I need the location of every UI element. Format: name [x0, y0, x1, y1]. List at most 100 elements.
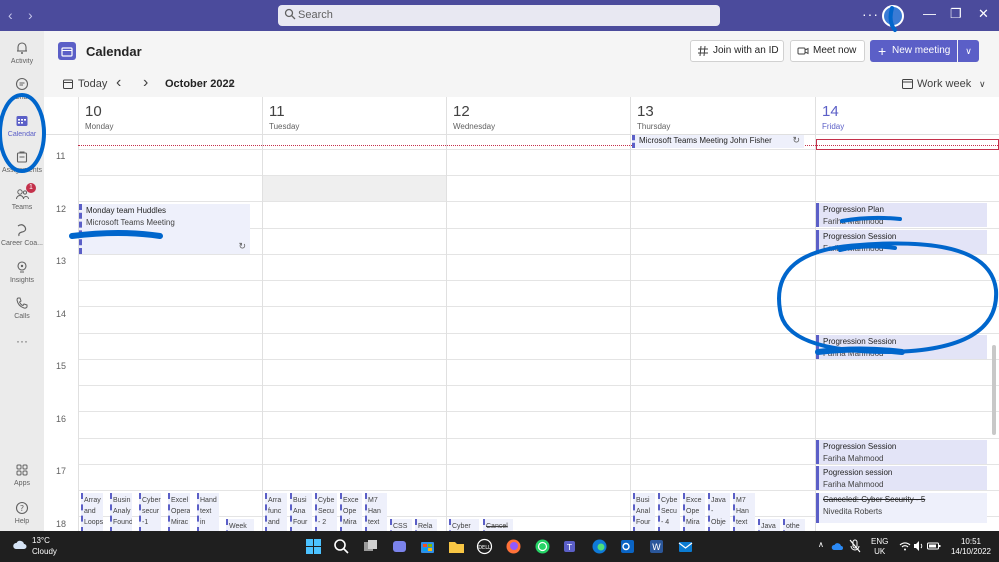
search-input[interactable]: Search	[278, 5, 720, 26]
event-thursday-teams-meeting[interactable]: Microsoft Teams Meeting John Fisher ↻	[632, 135, 804, 148]
file-explorer-icon[interactable]	[448, 538, 465, 555]
today-button[interactable]: Today	[78, 78, 107, 90]
chevron-up-icon[interactable]: ∧	[818, 540, 824, 550]
teams-chat-icon[interactable]	[391, 538, 408, 555]
event-title: Pogression session	[823, 468, 893, 477]
rail-item-chat[interactable]: Chat	[0, 73, 44, 113]
back-arrow-icon[interactable]: ‹	[8, 7, 13, 23]
scrollbar[interactable]	[992, 345, 996, 435]
avatar[interactable]	[882, 5, 904, 27]
month-chevron-down-icon[interactable]: ∨	[228, 79, 235, 90]
mini-event[interactable]: Busi Anal Four	[633, 493, 655, 531]
mini-event[interactable]: Busi Ana Four	[290, 493, 312, 531]
mail-icon[interactable]	[677, 538, 694, 555]
event-title: Microsoft Teams Meeting John Fisher	[639, 136, 772, 145]
forward-arrow-icon[interactable]: ›	[28, 7, 33, 23]
event-monday-team-huddles[interactable]: Monday team Huddles Microsoft Teams Meet…	[79, 204, 250, 254]
event-friday-progression-plan[interactable]: Progression Plan Fariha Mahmood	[816, 203, 987, 227]
teams-app-icon[interactable]: T	[562, 538, 579, 555]
onedrive-icon[interactable]	[831, 540, 845, 552]
new-meeting-button[interactable]: + New meeting	[870, 40, 957, 62]
svg-text:DELL: DELL	[478, 545, 491, 551]
mini-event[interactable]: Week	[226, 519, 254, 531]
mini-event[interactable]: M7 Han text	[365, 493, 387, 531]
prev-week-icon[interactable]: ‹	[116, 74, 121, 92]
mini-event[interactable]: Cancel	[483, 519, 513, 531]
recurring-icon: ↻	[792, 135, 800, 145]
day-header-monday[interactable]: 10 Monday	[78, 97, 262, 135]
next-week-icon[interactable]: ›	[143, 74, 148, 92]
store-icon[interactable]	[419, 538, 436, 555]
mini-event[interactable]: Exce Ope Mira	[683, 493, 705, 531]
more-options-icon[interactable]: ···	[862, 6, 879, 22]
rail-item-teams[interactable]: 1 Teams	[0, 183, 44, 223]
mini-event[interactable]: Excel Opera Mirac	[168, 493, 190, 531]
maximize-icon[interactable]: ❐	[950, 6, 962, 22]
time-grid: 11 12 13 14 15 16 17 18 Microsoft Teams …	[44, 135, 999, 531]
word-icon[interactable]: W	[648, 538, 665, 555]
mic-muted-icon[interactable]	[849, 539, 861, 553]
current-time-slot	[816, 139, 999, 150]
mini-event[interactable]: Java - Obje	[708, 493, 730, 531]
task-view-icon[interactable]	[362, 538, 379, 555]
clock[interactable]: 10:51 14/10/2022	[949, 537, 993, 557]
rail-item-more[interactable]: ···	[0, 328, 44, 368]
mini-event[interactable]: Cybe Secu - 2	[315, 493, 337, 531]
event-friday-canceled-cyber-security[interactable]: Canceled: Cyber Security - 5 Nivedita Ro…	[816, 493, 987, 523]
whatsapp-icon[interactable]	[534, 538, 551, 555]
day-header-wednesday[interactable]: 12 Wednesday	[446, 97, 630, 135]
battery-icon[interactable]	[927, 540, 941, 552]
region-label: UK	[874, 547, 886, 556]
mini-event[interactable]: Rela	[415, 519, 437, 531]
minimize-icon[interactable]: —	[923, 6, 936, 21]
new-meeting-dropdown[interactable]: ∨	[958, 40, 979, 62]
view-chevron-down-icon[interactable]: ∨	[979, 79, 986, 90]
mini-event[interactable]: Busin Analy Found	[110, 493, 132, 531]
dell-icon[interactable]: DELL	[476, 538, 493, 555]
rail-item-insights[interactable]: Insights	[0, 256, 44, 296]
mini-event[interactable]: CSS	[390, 519, 412, 531]
event-friday-progression-session[interactable]: Progression Session Fariha Mahmood	[816, 335, 987, 359]
rail-label: Activity	[10, 58, 34, 65]
mini-event[interactable]: M7 Han text	[733, 493, 755, 531]
edge-icon[interactable]	[591, 538, 608, 555]
join-with-id-button[interactable]: Join with an ID	[690, 40, 784, 62]
meet-now-button[interactable]: Meet now	[790, 40, 865, 62]
mini-event[interactable]: Cybe Secu - 4	[658, 493, 680, 531]
hour-line	[78, 438, 999, 439]
event-friday-pogression-session[interactable]: Pogression session Fariha Mahmood	[816, 466, 987, 490]
mini-event[interactable]: Java	[758, 519, 780, 531]
view-selector[interactable]: Work week	[917, 78, 971, 90]
day-header-thursday[interactable]: 13 Thursday	[630, 97, 815, 135]
day-header-tuesday[interactable]: 11 Tuesday	[262, 97, 446, 135]
mini-event[interactable]: Arra func and	[265, 493, 287, 531]
event-subtitle: Microsoft Teams Meeting	[86, 218, 175, 227]
outlook-icon[interactable]	[619, 538, 636, 555]
day-header-friday[interactable]: 14 Friday	[815, 97, 999, 135]
mini-event[interactable]: Cyber	[449, 519, 479, 531]
windows-start-icon[interactable]	[305, 538, 322, 555]
rail-item-apps[interactable]: Apps	[0, 459, 44, 499]
mini-event[interactable]: Array and Loops	[81, 493, 103, 531]
rail-item-activity[interactable]: Activity	[0, 37, 44, 77]
event-friday-progression-session[interactable]: Progression Session Fariha Mahmood	[816, 230, 987, 254]
mini-event[interactable]: Cyber secur -1	[139, 493, 161, 531]
svg-text:?: ?	[20, 504, 24, 513]
rail-item-calls[interactable]: Calls	[0, 292, 44, 332]
mini-event[interactable]: othe	[783, 519, 805, 531]
mini-event[interactable]: Exce Ope Mira	[340, 493, 362, 531]
volume-icon[interactable]	[913, 540, 925, 552]
month-picker[interactable]: October 2022	[165, 78, 235, 90]
search-taskbar-icon[interactable]	[333, 538, 350, 555]
mini-event[interactable]: Hand text in	[197, 493, 219, 531]
event-subtitle: Fariha Mahmood	[823, 454, 884, 463]
rail-item-calendar[interactable]: Calendar	[0, 110, 44, 150]
close-icon[interactable]: ✕	[978, 6, 989, 22]
language-indicator[interactable]: ENG UK	[871, 537, 888, 557]
rail-item-career-coach[interactable]: Career Coa...	[0, 219, 44, 259]
event-friday-progression-session[interactable]: Progression Session Fariha Mahmood	[816, 440, 987, 464]
firefox-icon[interactable]	[505, 538, 522, 555]
taskbar: 13°C Cloudy DELL T W ∧ ENG UK 10:51 14/1…	[0, 531, 999, 562]
rail-item-assignments[interactable]: Assignments	[0, 146, 44, 186]
wifi-icon[interactable]	[899, 540, 911, 552]
